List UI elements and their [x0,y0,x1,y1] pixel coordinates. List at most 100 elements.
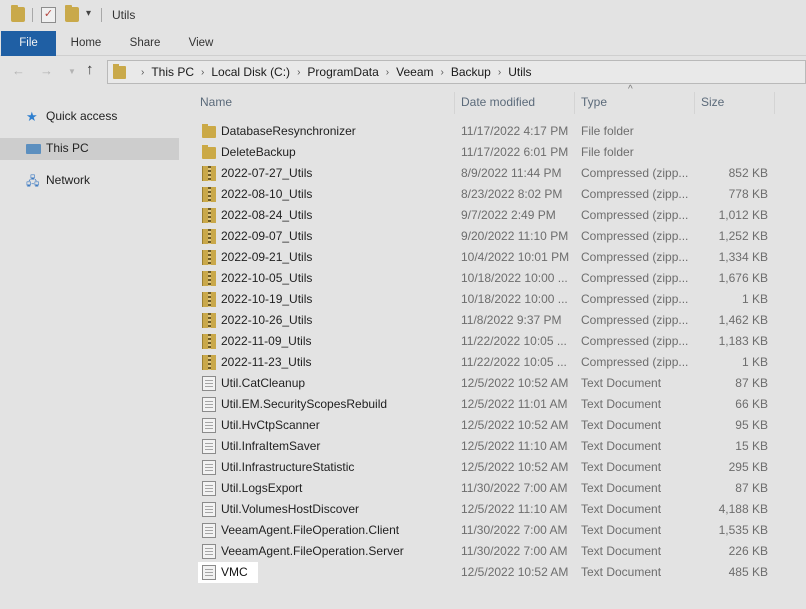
file-row[interactable]: Util.LogsExport 11/30/2022 7:00 AM Text Do… [198,478,778,499]
zip-icon [202,250,216,265]
file-date-modified: 11/22/2022 10:05 ... [461,334,567,348]
file-name: 2022-10-19_Utils [221,292,313,306]
text-file-icon [202,376,216,391]
zip-icon [202,187,216,202]
chevron-right-icon[interactable]: › [297,67,300,78]
file-size: 1 KB [741,292,768,306]
file-row[interactable]: Util.InfraItemSaver 12/5/2022 11:10 AM Tex… [198,436,778,457]
file-row[interactable]: 2022-09-21_Utils 10/4/2022 10:01 PM Compre… [198,247,778,268]
file-row[interactable]: Util.EM.SecurityScopesRebuild 12/5/2022 1… [198,394,778,415]
column-divider[interactable] [574,92,575,114]
sidebar-item-network[interactable]: 🖧 Network [0,170,179,192]
file-size: 4,188 KB [718,502,768,516]
column-header-name[interactable]: Name [200,88,232,116]
file-row[interactable]: 2022-10-05_Utils 10/18/2022 10:00 ... Comp… [198,268,778,289]
file-date-modified: 9/20/2022 11:10 PM [461,229,569,243]
folder-icon [202,124,216,138]
column-header-date-modified[interactable]: Date modified [461,88,535,116]
column-divider[interactable] [774,92,775,114]
file-date-modified: 11/17/2022 6:01 PM [461,145,569,159]
file-size: 87 KB [735,481,768,495]
sidebar-item-label: Network [46,173,91,187]
sidebar-item-quick-access[interactable]: ★ Quick access [0,106,179,128]
column-header-type[interactable]: Type [581,88,607,116]
tab-view[interactable]: View [177,31,225,56]
file-name: 2022-09-07_Utils [221,229,313,243]
chevron-right-icon[interactable]: › [440,67,443,78]
breadcrumb-this-pc[interactable]: This PC [151,65,194,79]
column-header-size[interactable]: Size [701,88,724,116]
address-bar[interactable]: › This PC › Local Disk (C:) › ProgramDat… [107,60,806,84]
file-row[interactable]: VeeamAgent.FileOperation.Server 11/30/202… [198,541,778,562]
sidebar-item-label: Quick access [46,109,118,123]
chevron-right-icon[interactable]: › [498,67,501,78]
breadcrumb-veeam[interactable]: Veeam [396,65,433,79]
file-name: VeeamAgent.FileOperation.Server [221,544,404,558]
file-row[interactable]: 2022-10-26_Utils 11/8/2022 9:37 PM Compres… [198,310,778,331]
file-size: 226 KB [728,544,768,558]
file-row[interactable]: Util.HvCtpScanner 12/5/2022 10:52 AM Text … [198,415,778,436]
zip-icon [202,355,216,370]
file-row[interactable]: 2022-08-24_Utils 9/7/2022 2:49 PM Compress… [198,205,778,226]
file-size: 1,462 KB [718,313,768,327]
file-date-modified: 11/30/2022 7:00 AM [461,544,568,558]
file-name: Util.InfrastructureStatistic [221,460,355,474]
tab-home[interactable]: Home [62,31,110,56]
file-row[interactable]: 2022-10-19_Utils 10/18/2022 10:00 ... Comp… [198,289,778,310]
file-row[interactable]: DatabaseResynchronizer 11/17/2022 4:17 PM… [198,121,778,142]
file-row[interactable]: 2022-11-09_Utils 11/22/2022 10:05 ... Comp… [198,331,778,352]
file-name: VMC [221,565,248,579]
file-size: 1,252 KB [718,229,768,243]
file-name: 2022-08-24_Utils [221,208,313,222]
customize-toolbar-dropdown-icon[interactable]: ▾ [86,8,91,19]
network-icon: 🖧 [26,174,40,188]
up-arrow-icon[interactable]: ↑ [86,61,94,78]
breadcrumb-programdata[interactable]: ProgramData [307,65,378,79]
file-row[interactable]: Util.VolumesHostDiscover 12/5/2022 11:10 … [198,499,778,520]
file-row[interactable]: VMC 12/5/2022 10:52 AM Text Document 485 KB [198,562,778,583]
file-name: 2022-10-26_Utils [221,313,313,327]
file-date-modified: 8/23/2022 8:02 PM [461,187,563,201]
file-name: 2022-07-27_Utils [221,166,313,180]
column-divider[interactable] [454,92,455,114]
chevron-right-icon[interactable]: › [201,67,204,78]
file-type: Text Document [581,376,662,390]
sidebar-item-this-pc[interactable]: This PC [0,138,179,160]
chevron-right-icon[interactable]: › [141,67,144,78]
text-file-icon [202,523,216,538]
column-divider[interactable] [694,92,695,114]
forward-arrow-icon[interactable]: → [40,63,53,78]
file-name: VeeamAgent.FileOperation.Client [221,523,400,537]
properties-icon[interactable]: ✓ [41,7,56,23]
file-size: 1,334 KB [718,250,768,264]
file-name: Util.LogsExport [221,481,303,495]
navigation-bar: ← → ▼ ↑ › This PC › Local Disk (C:) › Pr… [0,56,806,88]
file-type: Text Document [581,502,662,516]
chevron-right-icon[interactable]: › [386,67,389,78]
computer-icon [26,144,41,154]
breadcrumb-local-disk[interactable]: Local Disk (C:) [211,65,290,79]
breadcrumb-backup[interactable]: Backup [451,65,491,79]
new-folder-icon[interactable] [65,5,79,22]
zip-icon [202,166,216,181]
file-size: 15 KB [735,439,768,453]
file-date-modified: 12/5/2022 11:10 AM [461,502,568,516]
tab-file[interactable]: File [1,31,56,56]
file-row[interactable]: Util.CatCleanup 12/5/2022 10:52 AM Text Do… [198,373,778,394]
file-name: DatabaseResynchronizer [221,124,356,138]
back-arrow-icon[interactable]: ← [12,63,25,78]
file-row[interactable]: 2022-11-23_Utils 11/22/2022 10:05 ... Comp… [198,352,778,373]
navigation-pane: ★ Quick access This PC 🖧 Network [0,88,184,609]
file-date-modified: 9/7/2022 2:49 PM [461,208,556,222]
file-row[interactable]: Util.InfrastructureStatistic 12/5/2022 10… [198,457,778,478]
file-row[interactable]: 2022-07-27_Utils 8/9/2022 11:44 PM Compres… [198,163,778,184]
file-row[interactable]: 2022-09-07_Utils 9/20/2022 11:10 PM Compre… [198,226,778,247]
breadcrumb-utils[interactable]: Utils [508,65,531,79]
file-type: Compressed (zipp... [581,355,689,369]
file-type: Text Document [581,397,662,411]
tab-share[interactable]: Share [121,31,169,56]
recent-locations-chevron-icon[interactable]: ▼ [68,67,76,76]
file-row[interactable]: 2022-08-10_Utils 8/23/2022 8:02 PM Compres… [198,184,778,205]
file-row[interactable]: VeeamAgent.FileOperation.Client 11/30/202… [198,520,778,541]
file-row[interactable]: DeleteBackup 11/17/2022 6:01 PM File folde… [198,142,778,163]
